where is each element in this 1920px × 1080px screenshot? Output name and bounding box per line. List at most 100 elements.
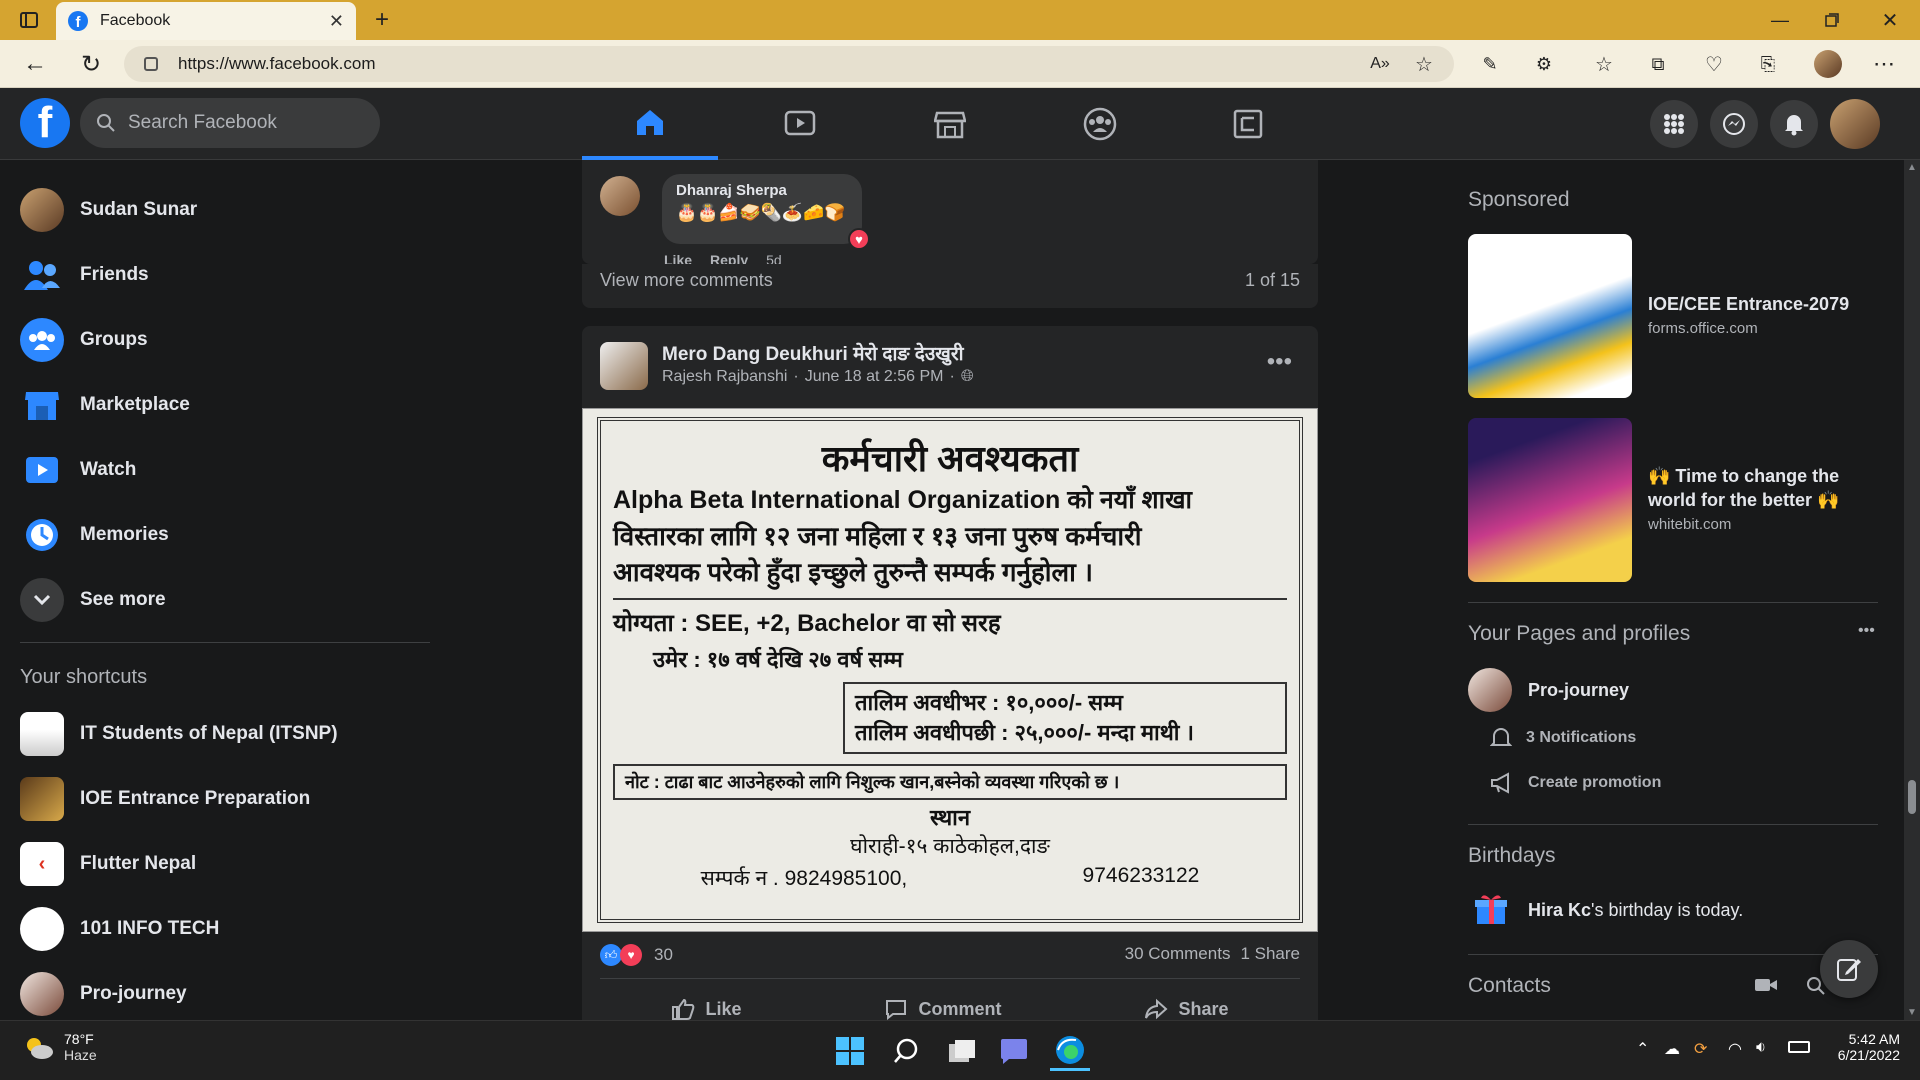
comment-author[interactable]: Dhanraj Sherpa (676, 182, 848, 199)
heart-icon[interactable]: ♡ (1700, 52, 1728, 76)
page-avatar[interactable] (1468, 668, 1512, 712)
pages-more-icon[interactable]: ••• (1858, 622, 1875, 640)
ad-image[interactable] (1468, 234, 1632, 398)
favorites-icon[interactable]: ☆ (1590, 52, 1618, 76)
shortcut-item[interactable]: ‹ Flutter Nepal (20, 836, 430, 892)
back-arrow-icon[interactable]: ← (20, 50, 50, 78)
shortcut-item[interactable]: Pro-journey (20, 966, 430, 1022)
page-notifications[interactable]: 3 Notifications (1490, 726, 1636, 750)
new-message-button[interactable] (1820, 940, 1878, 998)
page-avatar[interactable] (600, 342, 648, 390)
new-tab-button[interactable]: + (368, 6, 396, 34)
browser-profile-avatar[interactable] (1814, 50, 1842, 78)
sidebar-item-marketplace[interactable]: Marketplace (20, 377, 430, 433)
scroll-down-arrow-icon[interactable]: ▼ (1907, 1007, 1917, 1018)
notice-line: Alpha Beta International Organization को… (613, 486, 1193, 514)
post-image[interactable]: कर्मचारी अवश्यकता Alpha Beta Internation… (582, 408, 1318, 932)
wifi-icon[interactable]: ◠ (1728, 1039, 1742, 1059)
shortcut-label: 101 INFO TECH (80, 918, 220, 939)
page-scrollbar[interactable]: ▲ ▼ (1904, 160, 1920, 1020)
sidebar-item-label: Marketplace (80, 394, 190, 415)
new-room-video-icon[interactable] (1754, 976, 1778, 999)
search-input[interactable]: Search Facebook (80, 98, 380, 148)
like-button[interactable]: Like (671, 998, 742, 1020)
comment-label: Comment (918, 998, 1002, 1019)
share-button[interactable]: Share (1144, 998, 1229, 1020)
task-view-button[interactable] (942, 1031, 982, 1071)
notifications-button[interactable] (1770, 100, 1818, 148)
reaction-summary[interactable]: 👍︎ ♥ 30 (600, 944, 673, 966)
sidebar-item-watch[interactable]: Watch (20, 442, 430, 498)
shortcut-item[interactable]: IOE Entrance Preparation (20, 771, 430, 827)
close-window-button[interactable]: ✕ (1870, 6, 1910, 34)
notifications-label: 3 Notifications (1526, 729, 1637, 746)
battery-icon[interactable] (1788, 1041, 1810, 1053)
url-input[interactable]: https://www.facebook.com (124, 46, 1454, 82)
tab-gaming[interactable] (1180, 88, 1316, 160)
post-author[interactable]: Rajesh Rajbanshi (662, 368, 787, 386)
view-more-comments-link[interactable]: View more comments (600, 270, 773, 291)
sync-icon[interactable]: ⟳ (1694, 1039, 1707, 1059)
sidebar-item-profile[interactable]: Sudan Sunar (20, 182, 430, 238)
sidebar-item-memories[interactable]: Memories (20, 507, 430, 563)
weather-condition: Haze (64, 1047, 97, 1063)
shortcut-item[interactable]: 101 INFO TECH (20, 901, 430, 957)
volume-icon[interactable]: 🔉︎ (1756, 1039, 1766, 1057)
sidebar-item-label: Sudan Sunar (80, 199, 198, 220)
page-name[interactable]: Pro-journey (1528, 680, 1629, 701)
messenger-button[interactable] (1710, 100, 1758, 148)
ad-title[interactable]: 🙌 Time to change the world for the bette… (1648, 464, 1868, 512)
comment-count-link[interactable]: 30 Comments (1125, 944, 1231, 964)
sidebar-item-see-more[interactable]: See more (20, 572, 430, 628)
taskbar-search-button[interactable] (886, 1031, 926, 1071)
clock[interactable]: 5:42 AM 6/21/2022 (1820, 1031, 1900, 1063)
close-tab-icon[interactable]: ✕ (329, 11, 344, 32)
post-page-name[interactable]: Mero Dang Deukhuri मेरो दाङ देउखुरी (662, 340, 964, 366)
ad-title[interactable]: IOE/CEE Entrance-2079 (1648, 294, 1888, 315)
ad-image[interactable] (1468, 418, 1632, 582)
sidebar-item-groups[interactable]: Groups (20, 312, 430, 368)
teams-chat-button[interactable] (994, 1031, 1034, 1071)
notice-qualification: योग्यता : SEE, +2, Bachelor वा सो सरह (613, 610, 1001, 637)
tab-home[interactable] (582, 88, 718, 160)
facebook-logo-icon[interactable]: f (20, 98, 70, 148)
scroll-up-arrow-icon[interactable]: ▲ (1907, 162, 1917, 173)
commenter-avatar[interactable] (600, 176, 640, 216)
weather-widget[interactable]: 78°F Haze (22, 1031, 97, 1063)
create-promotion[interactable]: Create promotion (1490, 772, 1661, 794)
more-options-icon[interactable]: ⋯ (1870, 50, 1898, 78)
birthday-text: Hira Kc's birthday is today. (1528, 900, 1743, 921)
sidebar-item-friends[interactable]: Friends (20, 247, 430, 303)
shortcut-item[interactable]: IT Students of Nepal (ITSNP) (20, 706, 430, 762)
onedrive-icon[interactable]: ☁ (1664, 1039, 1680, 1059)
post-more-options-icon[interactable]: ••• (1267, 348, 1292, 376)
minimize-button[interactable]: — (1760, 6, 1800, 34)
tab-marketplace[interactable] (882, 88, 1018, 160)
account-avatar[interactable] (1830, 99, 1880, 149)
comment-button[interactable]: Comment (884, 998, 1002, 1020)
tab-groups[interactable] (1032, 88, 1168, 160)
add-favorite-icon[interactable]: ☆ (1410, 52, 1438, 76)
maximize-button[interactable] (1812, 6, 1852, 34)
extension-icon[interactable]: ✎ (1476, 52, 1504, 76)
refresh-icon[interactable]: ↻ (76, 50, 106, 78)
tab-watch[interactable] (732, 88, 868, 160)
read-aloud-icon[interactable]: A» (1366, 52, 1394, 76)
extensions-puzzle-icon[interactable]: ⚙ (1530, 52, 1558, 76)
birthday-name[interactable]: Hira Kc (1528, 900, 1591, 920)
share-page-icon[interactable]: ⎘ (1754, 52, 1782, 76)
collections-icon[interactable]: ⧉ (1644, 52, 1672, 76)
post-date[interactable]: June 18 at 2:56 PM (805, 368, 944, 386)
browser-tab[interactable]: f Facebook ✕ (56, 2, 356, 40)
show-hidden-icons[interactable]: ⌃ (1636, 1039, 1649, 1059)
contacts-title: Contacts (1468, 974, 1551, 997)
menu-button[interactable] (1650, 100, 1698, 148)
sidebar-item-label: Friends (80, 264, 149, 285)
notice-line: आवश्यक परेको हुँदा इच्छुले तुरुन्तै सम्प… (613, 557, 1093, 587)
scroll-thumb[interactable] (1908, 780, 1916, 814)
shortcuts-title: Your shortcuts (20, 666, 148, 688)
share-count-link[interactable]: 1 Share (1240, 944, 1300, 964)
start-button[interactable] (830, 1031, 870, 1071)
edge-taskbar-button[interactable] (1050, 1031, 1090, 1071)
tab-actions-icon[interactable] (16, 8, 42, 32)
